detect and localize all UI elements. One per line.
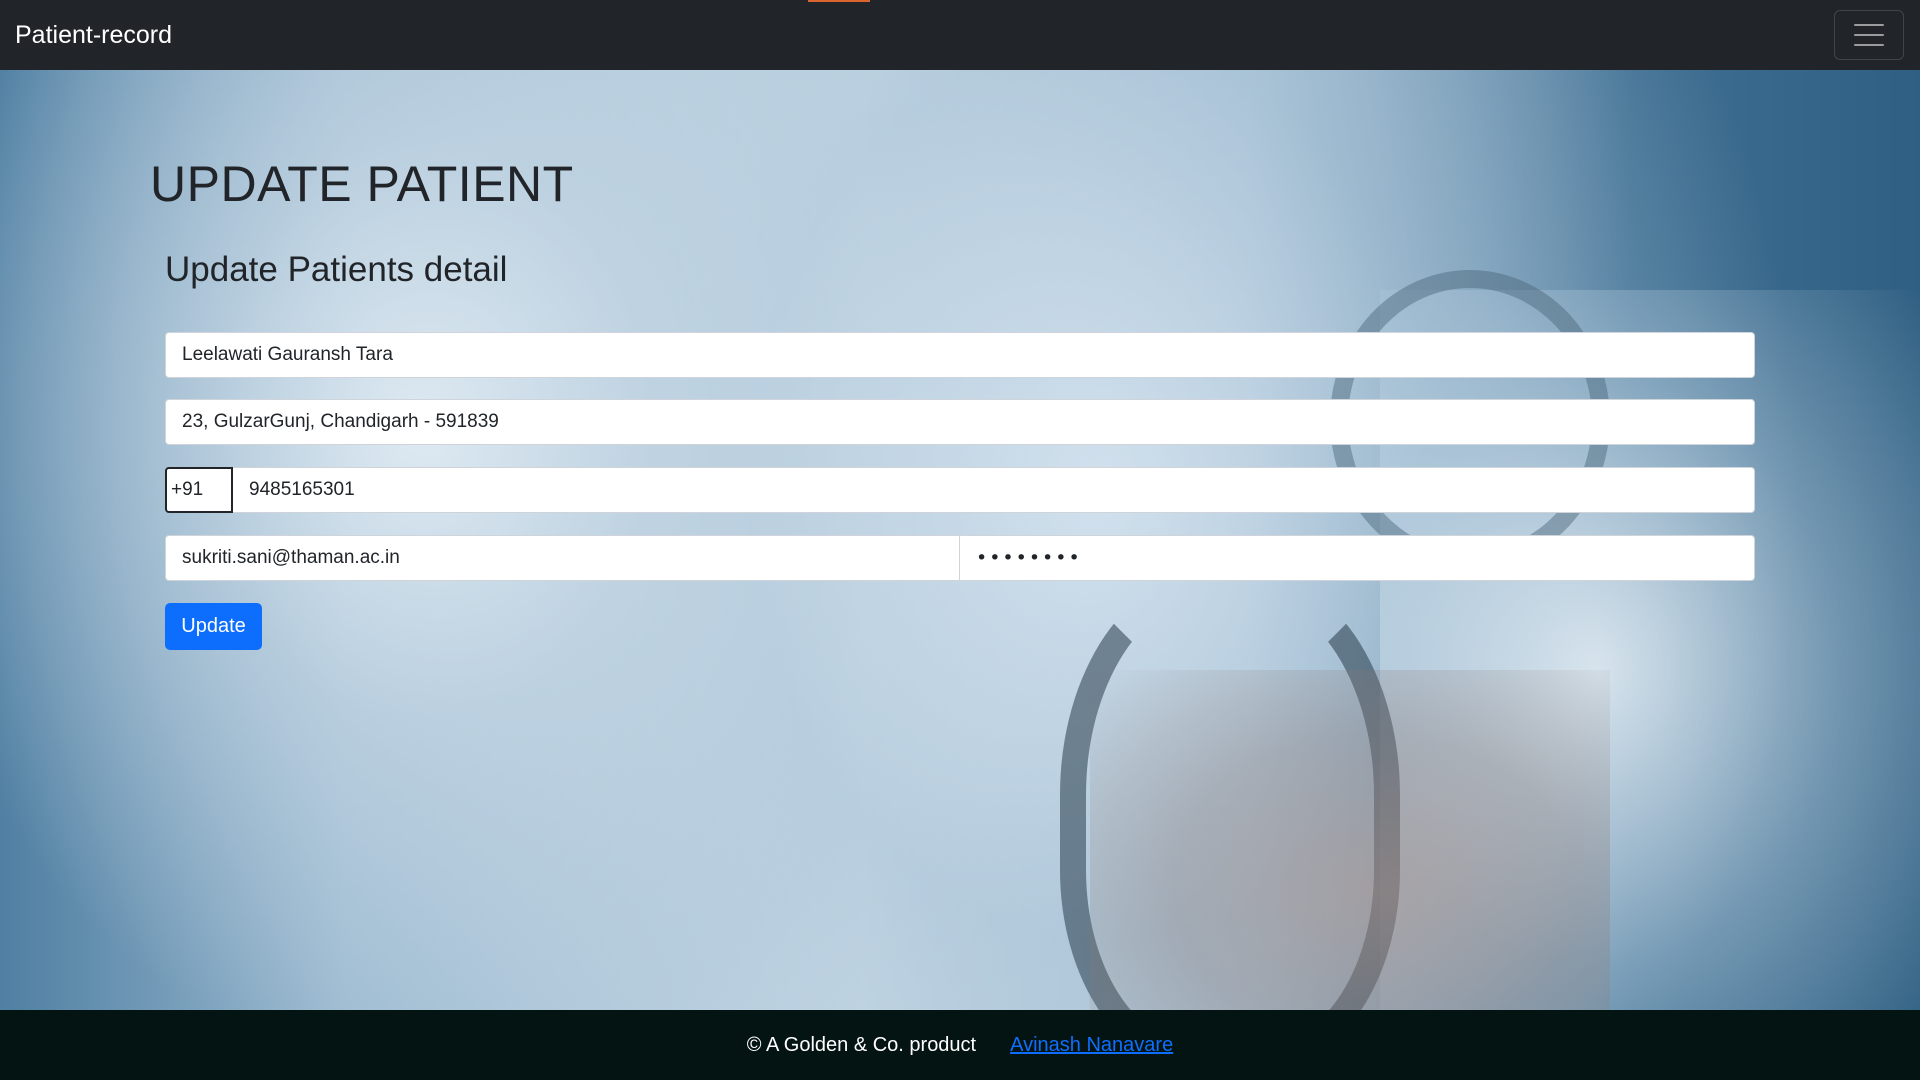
page-title: UPDATE PATIENT [150, 156, 574, 212]
footer-author-link[interactable]: Avinash Nanavare [1010, 1034, 1173, 1057]
phone-number-input[interactable] [233, 467, 1755, 513]
update-button[interactable]: Update [165, 603, 262, 650]
top-navbar: Patient-record [0, 0, 1920, 70]
password-input[interactable] [960, 535, 1755, 581]
loading-accent-bar [808, 0, 870, 2]
patient-name-input[interactable] [165, 332, 1755, 378]
credentials-input-group [165, 535, 1755, 581]
hamburger-icon [1854, 24, 1884, 46]
email-input[interactable] [165, 535, 960, 581]
footer-copyright: © A Golden & Co. product [746, 1033, 977, 1056]
phone-country-code: +91 [165, 467, 233, 513]
navbar-brand[interactable]: Patient-record [15, 21, 172, 50]
phone-input-group: +91 [165, 467, 1755, 513]
page-footer: © A Golden & Co. product Avinash Nanavar… [0, 1010, 1920, 1080]
patient-address-input[interactable] [165, 399, 1755, 445]
navbar-toggler-button[interactable] [1834, 10, 1904, 60]
section-title: Update Patients detail [165, 250, 508, 289]
